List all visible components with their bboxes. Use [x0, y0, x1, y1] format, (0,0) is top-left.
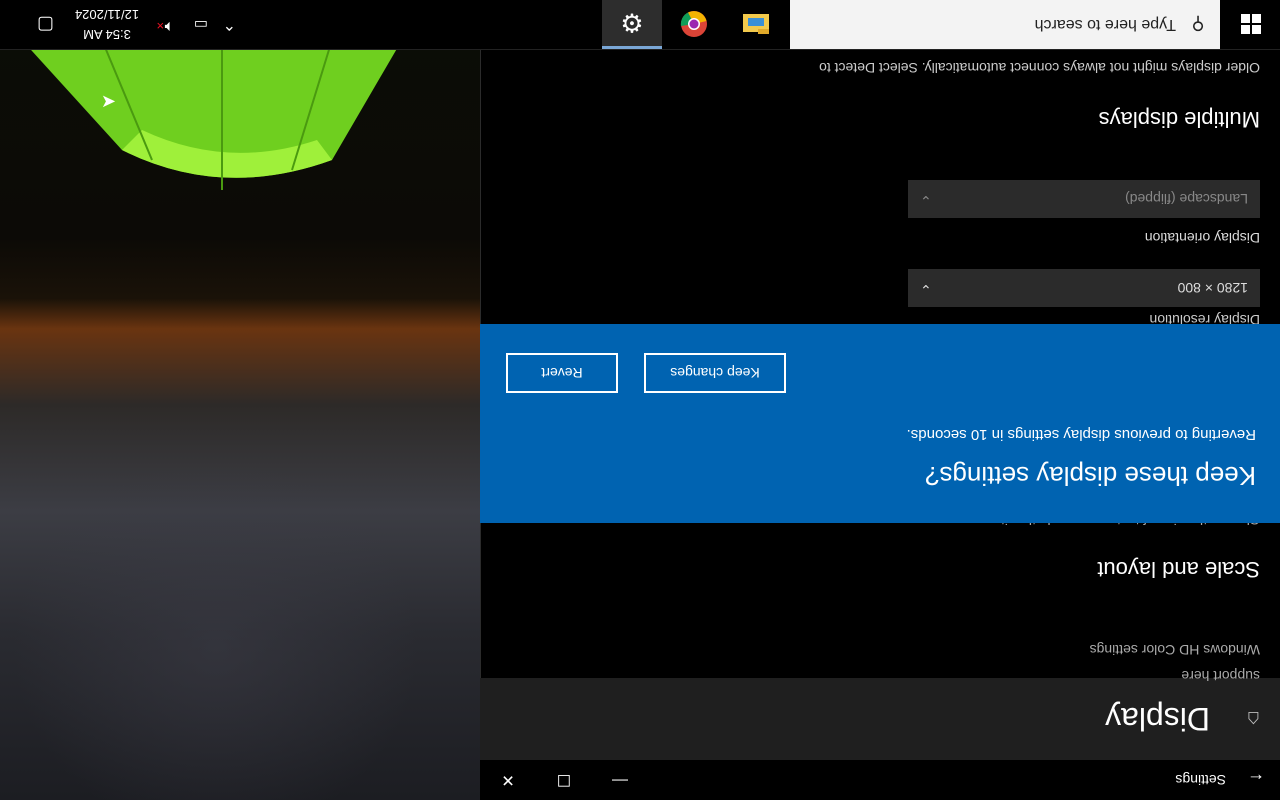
settings-window: ← Settings — ☐ ✕ ⌂ Display support here …: [480, 40, 1280, 800]
search-icon: ⚲: [1191, 14, 1205, 35]
keep-changes-button[interactable]: Keep changes: [644, 353, 786, 393]
mouse-cursor-icon: ➤: [100, 91, 116, 111]
resolution-value: 1280 × 800: [1177, 280, 1248, 296]
page-title: Display: [1105, 701, 1210, 738]
clock-date: 12/11/2024: [74, 7, 140, 22]
start-button[interactable]: [1222, 0, 1280, 49]
multiple-displays-heading: Multiple displays: [1098, 107, 1260, 132]
tray-chevron-icon[interactable]: ⌃: [223, 14, 236, 34]
back-arrow-icon[interactable]: ←: [1232, 760, 1280, 800]
taskbar: ⚲ Type here to search ⚙ ⌃ ▭ 🕨✕ 3:54 AM 1…: [0, 0, 1280, 50]
support-text: support here: [1181, 668, 1260, 684]
window-title: Settings: [1175, 772, 1226, 788]
hdr-color-link[interactable]: Windows HD Color settings: [1090, 642, 1260, 658]
close-button[interactable]: ✕: [480, 760, 536, 800]
multiple-displays-description: Older displays might not always connect …: [819, 60, 1260, 76]
resolution-dropdown[interactable]: 1280 × 800 ⌄: [908, 269, 1260, 307]
home-icon[interactable]: ⌂: [1220, 706, 1260, 732]
notification-icon[interactable]: ▢: [37, 14, 54, 35]
revert-button[interactable]: Revert: [506, 353, 618, 393]
chevron-down-icon: ⌄: [920, 282, 932, 298]
dialog-message: Reverting to previous display settings i…: [906, 426, 1256, 443]
orientation-value: Landscape (flipped): [1125, 191, 1248, 207]
page-header: ⌂ Display: [480, 678, 1280, 760]
settings-gear-icon[interactable]: ⚙: [602, 0, 662, 49]
orientation-dropdown[interactable]: Landscape (flipped) ⌄: [908, 180, 1260, 218]
dialog-title: Keep these display settings?: [925, 461, 1256, 491]
file-explorer-icon[interactable]: [726, 0, 786, 49]
network-icon[interactable]: ▭: [194, 16, 208, 34]
wallpaper-tent-image: [22, 40, 402, 190]
orientation-label: Display orientation: [1144, 230, 1260, 246]
windows-logo-icon: [1241, 14, 1261, 34]
search-box[interactable]: ⚲ Type here to search: [790, 0, 1220, 49]
clock[interactable]: 3:54 AM 12/11/2024: [70, 4, 144, 44]
chevron-down-icon: ⌄: [920, 193, 932, 209]
volume-muted-icon[interactable]: 🕨✕: [156, 18, 174, 35]
keep-settings-dialog: Keep these display settings? Reverting t…: [480, 324, 1280, 523]
clock-time: 3:54 AM: [83, 27, 131, 42]
title-bar: ← Settings — ☐ ✕: [480, 760, 1280, 800]
search-placeholder: Type here to search: [1034, 16, 1176, 33]
minimize-button[interactable]: —: [592, 760, 648, 800]
scale-layout-heading: Scale and layout: [1097, 557, 1260, 582]
gear-icon: ⚙: [620, 8, 644, 38]
chrome-icon[interactable]: [664, 0, 724, 49]
maximize-button[interactable]: ☐: [536, 760, 592, 800]
